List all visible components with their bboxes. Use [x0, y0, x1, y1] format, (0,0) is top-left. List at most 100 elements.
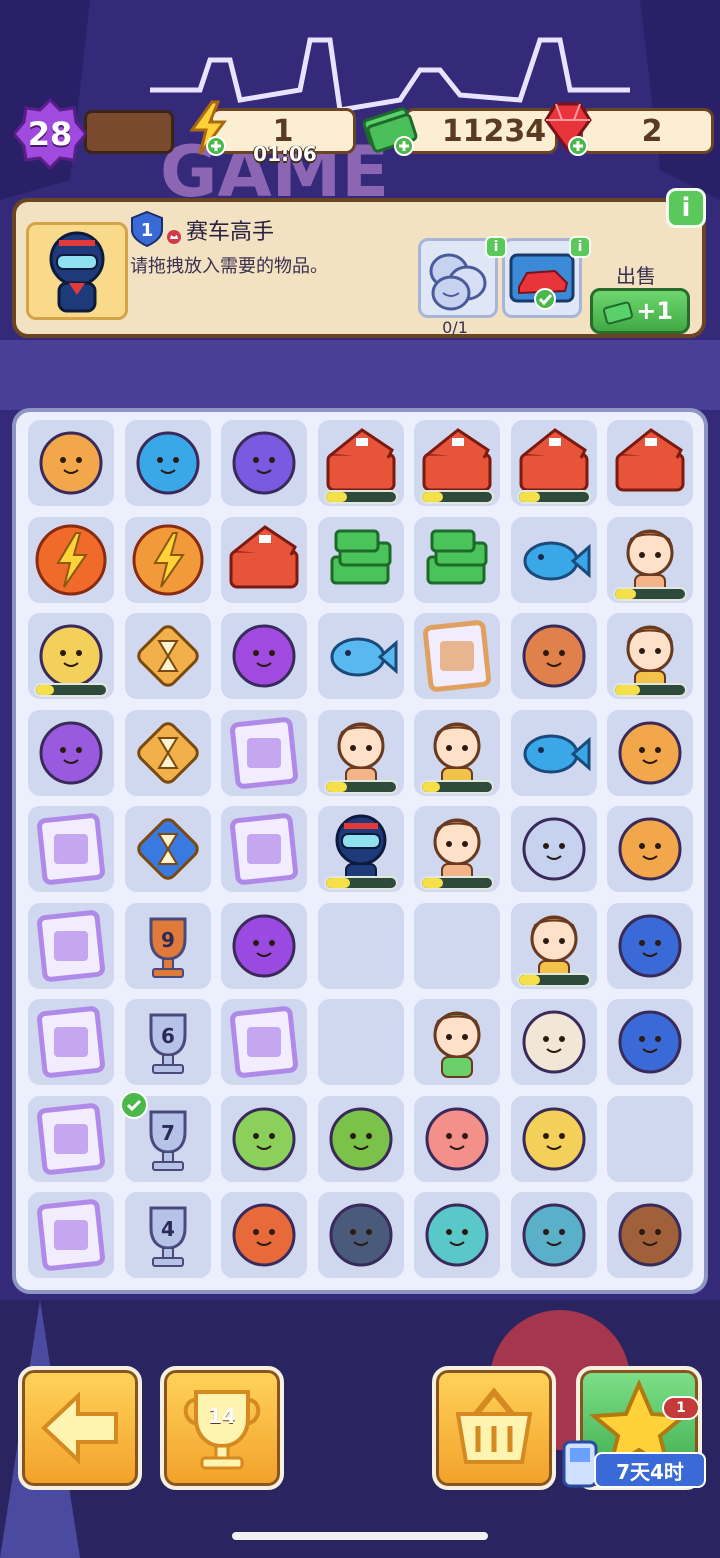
- controller-card-small-icon: [230, 1006, 298, 1078]
- board-cell[interactable]: [317, 1192, 404, 1278]
- board-cell[interactable]: [28, 613, 114, 699]
- board-cell[interactable]: [510, 1192, 597, 1278]
- claw-machine-icon: [618, 721, 682, 784]
- board-cell[interactable]: [221, 516, 307, 603]
- board-cell[interactable]: [414, 516, 500, 603]
- joystick-card-icon: [230, 813, 298, 885]
- board-cell[interactable]: [317, 709, 404, 796]
- board-cell[interactable]: [317, 420, 404, 506]
- board-cell[interactable]: [221, 709, 307, 796]
- requirement-count: 0/1: [442, 318, 468, 337]
- board-cell[interactable]: [221, 902, 307, 989]
- hourglass-gold-icon: [136, 721, 199, 784]
- back-button[interactable]: [18, 1366, 142, 1490]
- board-cell[interactable]: [607, 420, 693, 506]
- board-cell[interactable]: [510, 420, 597, 506]
- production-progress-bar: [420, 779, 494, 794]
- empty-cell[interactable]: [607, 1095, 693, 1182]
- board-cell[interactable]: [221, 1095, 307, 1182]
- board-cell[interactable]: [414, 709, 500, 796]
- board-cell[interactable]: [28, 1095, 114, 1182]
- event-timer: 7天4时: [594, 1452, 706, 1488]
- board-cell[interactable]: [124, 420, 211, 506]
- board-cell[interactable]: [510, 516, 597, 603]
- cash-value: 11234: [441, 113, 547, 149]
- board-cell[interactable]: [221, 613, 307, 699]
- whale-plush-icon: [330, 637, 397, 677]
- peach-icon: [425, 1107, 489, 1170]
- board-cell[interactable]: [221, 999, 307, 1085]
- gem-value: 2: [641, 113, 663, 149]
- sell-button[interactable]: +1: [590, 288, 690, 334]
- energy-orb-red-icon: [35, 524, 107, 595]
- board-cell[interactable]: [607, 516, 693, 603]
- empty-cell[interactable]: [414, 902, 500, 989]
- board-cell[interactable]: 9: [124, 902, 211, 989]
- board-cell[interactable]: [28, 709, 114, 796]
- production-progress-bar: [613, 586, 687, 601]
- production-progress-bar: [34, 683, 108, 697]
- board-cell[interactable]: [414, 613, 500, 699]
- board-cell[interactable]: [28, 420, 114, 506]
- reward-info-button[interactable]: i: [569, 236, 591, 258]
- empty-cell[interactable]: [317, 999, 404, 1085]
- board-cell[interactable]: [607, 613, 693, 699]
- board-cell[interactable]: [510, 999, 597, 1085]
- board-cell[interactable]: [414, 420, 500, 506]
- board-cell[interactable]: [607, 806, 693, 892]
- race-car-icon: [509, 253, 575, 310]
- banana-icon: [522, 1107, 585, 1170]
- board-cell[interactable]: [414, 1192, 500, 1278]
- board-cell[interactable]: [124, 709, 211, 796]
- board-cell[interactable]: [414, 1095, 500, 1182]
- empty-cell[interactable]: [317, 902, 404, 989]
- info-button[interactable]: i: [666, 188, 706, 228]
- order-title: 赛车高手: [186, 220, 275, 245]
- board-cell[interactable]: [510, 806, 597, 892]
- basket-button[interactable]: [432, 1366, 556, 1490]
- arrow-left-icon: [41, 1391, 118, 1465]
- board-cell[interactable]: [317, 1095, 404, 1182]
- svg-text:7: 7: [161, 1121, 175, 1145]
- board-cell[interactable]: [221, 420, 307, 506]
- board-cell[interactable]: [607, 902, 693, 989]
- board-cell[interactable]: [414, 999, 500, 1085]
- board-cell[interactable]: [124, 613, 211, 699]
- board-cell[interactable]: [317, 516, 404, 603]
- trophy-button[interactable]: 14: [160, 1366, 284, 1490]
- board-cell[interactable]: [510, 613, 597, 699]
- board-cell[interactable]: [510, 1095, 597, 1182]
- cash-counter[interactable]: 11234: [404, 108, 558, 154]
- frog-kid-icon: [433, 1011, 481, 1078]
- board-cell[interactable]: [221, 1192, 307, 1278]
- board-cell[interactable]: [317, 613, 404, 699]
- board-cell[interactable]: [124, 806, 211, 892]
- board-cell[interactable]: [607, 1192, 693, 1278]
- board-cell[interactable]: [317, 806, 404, 892]
- trophy-silver-6-icon: 6: [149, 1013, 186, 1074]
- board-cell[interactable]: 4: [124, 1192, 211, 1278]
- board-cell[interactable]: [510, 709, 597, 796]
- board-cell[interactable]: [607, 709, 693, 796]
- board-cell[interactable]: [510, 902, 597, 989]
- box-stack-icon: [522, 624, 585, 688]
- board-cell[interactable]: [221, 806, 307, 892]
- game-card-icon: [37, 1006, 105, 1078]
- production-progress-bar: [420, 490, 494, 504]
- board-cell[interactable]: [28, 516, 114, 603]
- board-cell[interactable]: 6: [124, 999, 211, 1085]
- board-cell[interactable]: [124, 516, 211, 603]
- board-cell[interactable]: [28, 902, 114, 989]
- mushroom-icon: [232, 1203, 296, 1267]
- gem-counter[interactable]: 2: [580, 108, 714, 154]
- board-cell[interactable]: [414, 806, 500, 892]
- board-cell[interactable]: [28, 806, 114, 892]
- board-cell[interactable]: [28, 999, 114, 1085]
- checkmark-icon: [119, 1090, 148, 1119]
- item-info-button[interactable]: i: [485, 236, 507, 258]
- board-cell[interactable]: [28, 1192, 114, 1278]
- racing-arcade-icon: [618, 1010, 682, 1074]
- home-indicator[interactable]: [232, 1532, 488, 1540]
- production-progress-bar: [323, 779, 398, 794]
- board-cell[interactable]: [607, 999, 693, 1085]
